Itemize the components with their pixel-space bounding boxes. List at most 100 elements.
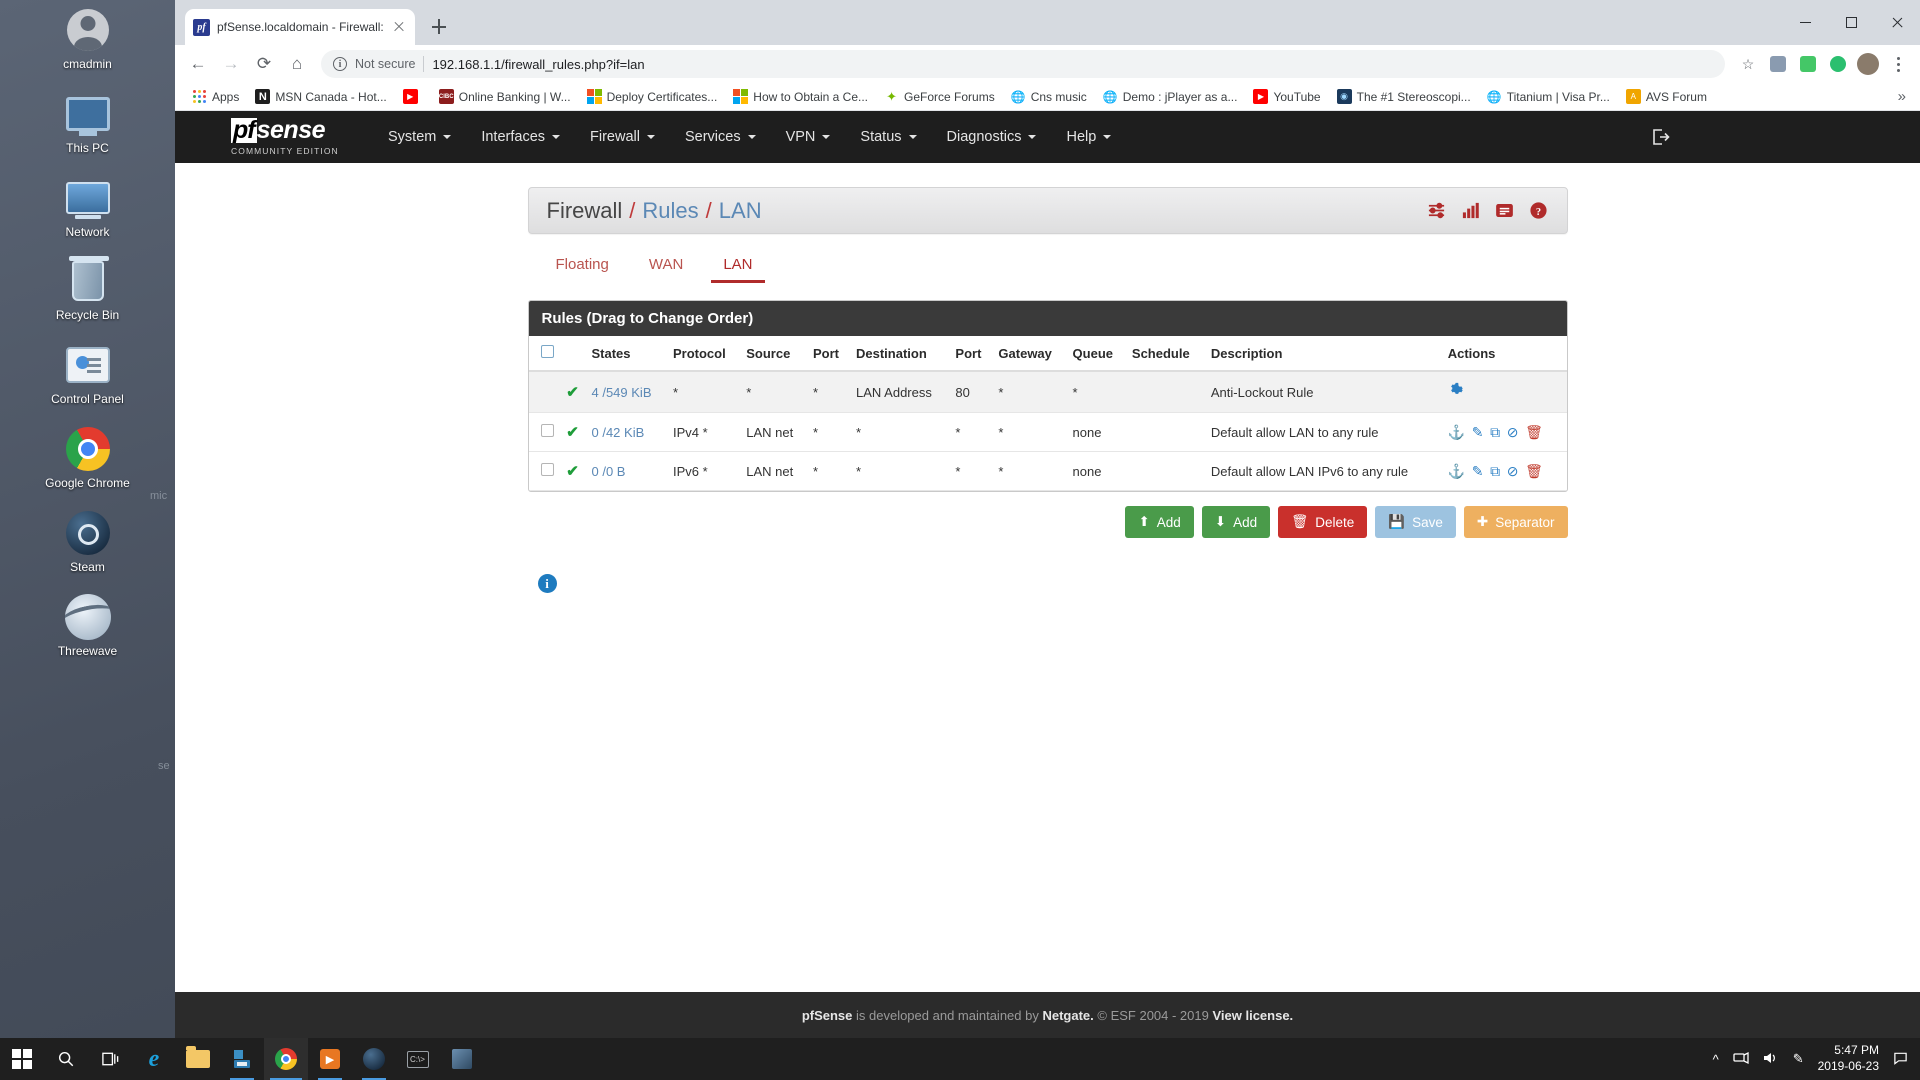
start-button[interactable] [0,1038,44,1080]
desktop-icon-google-chrome[interactable]: Google Chrome [38,425,138,491]
delete-button[interactable]: 🗑 Delete [1278,506,1368,538]
separator-button[interactable]: ✚ Separator [1463,506,1568,538]
edit-icon[interactable]: ✎ [1472,424,1484,441]
disable-icon[interactable]: ⊘ [1507,463,1519,480]
extension-icon-3[interactable] [1824,50,1852,78]
desktop-icon-cmadmin[interactable]: cmadmin [38,6,138,72]
desktop-icon-steam[interactable]: Steam [38,509,138,575]
disable-icon[interactable]: ⊘ [1507,424,1519,441]
bookmark-demo-jplayer[interactable]: 🌐 Demo : jPlayer as a... [1096,87,1245,106]
bookmark-stereoscopic[interactable]: ◉ The #1 Stereoscopi... [1330,87,1478,106]
action-center-icon[interactable] [1893,1051,1908,1068]
avatar[interactable] [1854,50,1882,78]
task-view-button[interactable] [88,1038,132,1080]
save-button[interactable]: 💾 Save [1375,506,1456,538]
vm-button[interactable] [440,1038,484,1080]
add-rule-bottom-button[interactable]: ⬇ Add [1201,506,1271,538]
chrome-menu-icon[interactable] [1884,50,1912,78]
bookmark-how-to-obtain-cert[interactable]: How to Obtain a Ce... [726,87,875,106]
breadcrumb-lan-link[interactable]: LAN [719,198,762,224]
nav-item-vpn[interactable]: VPN [771,121,846,153]
tab-floating[interactable]: Floating [536,246,629,283]
taskbar-clock[interactable]: 5:47 PM 2019-06-23 [1818,1043,1879,1074]
gear-icon[interactable] [1448,382,1463,401]
bookmark-apps[interactable]: Apps [185,87,246,106]
list-icon[interactable] [1495,201,1515,221]
bookmarks-overflow-button[interactable]: » [1898,88,1910,105]
browser-tab[interactable]: pf pfSense.localdomain - Firewall: R [185,9,415,45]
table-row[interactable]: ✔ 0 /42 KiB IPv4 * LAN net * * * * none [528,412,1567,452]
volume-tray-icon[interactable] [1763,1051,1779,1068]
chrome-button[interactable] [264,1038,308,1080]
bookmark-youtube-1[interactable]: ▶ [396,87,430,106]
nav-item-system[interactable]: System [373,121,466,153]
tab-wan[interactable]: WAN [629,246,703,283]
desktop-icon-this-pc[interactable]: This PC [38,90,138,156]
bookmark-msn[interactable]: N MSN Canada - Hot... [248,87,393,106]
bookmark-cns-music[interactable]: 🌐 Cns music [1004,87,1094,106]
info-icon[interactable]: i [537,574,557,593]
media-player-button[interactable]: ▶ [308,1038,352,1080]
back-arrow-icon[interactable]: ← [183,49,213,79]
forward-arrow-icon[interactable]: → [216,49,246,79]
logout-icon[interactable] [1650,127,1670,147]
home-icon[interactable]: ⌂ [282,49,312,79]
pfsense-logo[interactable]: pf sense COMMUNITY EDITION [231,118,349,156]
tray-chevron-icon[interactable]: ^ [1713,1052,1719,1067]
states-link[interactable]: 0 /42 KiB [592,425,645,440]
pen-tray-icon[interactable]: ✎ [1793,1051,1804,1067]
desktop-icon-network[interactable]: Network [38,174,138,240]
network-tray-icon[interactable] [1733,1051,1749,1068]
delete-icon[interactable]: 🗑 [1525,463,1543,480]
states-link[interactable]: 4 /549 KiB [592,385,652,400]
bookmark-star-icon[interactable]: ☆ [1734,50,1762,78]
nav-item-interfaces[interactable]: Interfaces [466,121,575,153]
minimize-button[interactable] [1782,0,1828,45]
bookmark-avs-forum[interactable]: A AVS Forum [1619,87,1714,106]
edit-icon[interactable]: ✎ [1472,463,1484,480]
address-bar[interactable]: i Not secure 192.168.1.1/firewall_rules.… [321,50,1725,78]
copy-icon[interactable]: ⧉ [1490,463,1500,480]
desktop-icon-recycle-bin[interactable]: Recycle Bin [38,256,138,323]
breadcrumb-rules-link[interactable]: Rules [642,198,698,224]
sliders-icon[interactable] [1427,201,1447,221]
nav-item-diagnostics[interactable]: Diagnostics [932,121,1052,153]
nav-item-help[interactable]: Help [1051,121,1126,153]
delete-icon[interactable]: 🗑 [1525,424,1543,441]
bookmark-titanium-visa[interactable]: 🌐 Titanium | Visa Pr... [1480,87,1617,106]
copy-icon[interactable]: ⧉ [1490,424,1500,441]
bookmark-deploy-certificates[interactable]: Deploy Certificates... [580,87,725,106]
internet-explorer-button[interactable]: e [132,1038,176,1080]
store-button[interactable] [220,1038,264,1080]
extension-icon-2[interactable] [1794,50,1822,78]
search-button[interactable] [44,1038,88,1080]
reload-icon[interactable]: ⟳ [249,49,279,79]
extension-icon-1[interactable] [1764,50,1792,78]
states-link[interactable]: 0 /0 B [592,464,626,479]
anchor-icon[interactable]: ⚓ [1448,463,1465,480]
row-checkbox[interactable] [540,424,554,437]
file-explorer-button[interactable] [176,1038,220,1080]
bookmark-youtube-2[interactable]: ▶ YouTube [1246,87,1327,106]
bar-chart-icon[interactable] [1461,201,1481,221]
add-rule-top-button[interactable]: ⬆ Add [1125,506,1194,538]
table-row[interactable]: ✔ 0 /0 B IPv6 * LAN net * * * * none Def… [528,451,1567,491]
close-window-button[interactable] [1874,0,1920,45]
desktop-icon-threewave[interactable]: Threewave [38,593,138,659]
steam-button[interactable] [352,1038,396,1080]
footer-license-link[interactable]: View license. [1212,1008,1293,1023]
nav-item-status[interactable]: Status [845,121,931,153]
tab-lan[interactable]: LAN [703,246,772,283]
bookmark-geforce-forums[interactable]: ✦ GeForce Forums [877,87,1002,106]
row-checkbox[interactable] [540,463,554,476]
new-tab-button[interactable] [425,13,453,41]
help-icon[interactable]: ? [1529,201,1549,221]
nav-item-services[interactable]: Services [670,121,771,153]
anchor-icon[interactable]: ⚓ [1448,424,1465,441]
desktop-icon-control-panel[interactable]: Control Panel [38,341,138,407]
select-all-checkbox[interactable] [540,345,554,358]
table-row[interactable]: ✔ 4 /549 KiB * * * LAN Address 80 * * An… [528,371,1567,413]
command-prompt-button[interactable]: C:\> [396,1038,440,1080]
maximize-button[interactable] [1828,0,1874,45]
nav-item-firewall[interactable]: Firewall [575,121,670,153]
